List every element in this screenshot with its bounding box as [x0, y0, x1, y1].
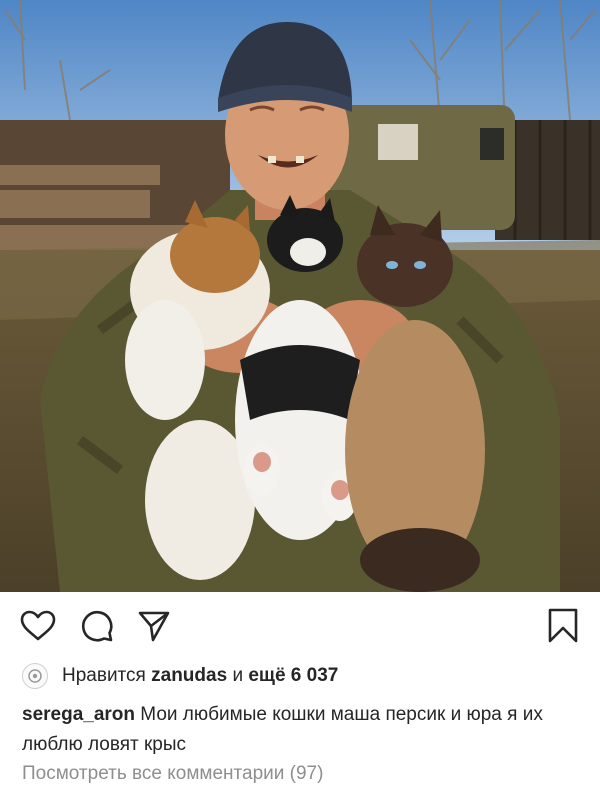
save-button[interactable]: [545, 608, 581, 644]
share-button[interactable]: [136, 608, 172, 644]
likes-summary[interactable]: Нравится zanudas и ещё 6 037: [22, 660, 338, 692]
comment-button[interactable]: [79, 608, 115, 644]
post-caption: serega_aron Мои любимые кошки маша перси…: [22, 700, 582, 760]
view-all-comments-link[interactable]: Посмотреть все комментарии (97): [22, 763, 323, 785]
likes-connector: и: [232, 665, 244, 686]
heart-icon: [20, 610, 56, 641]
post-photo[interactable]: [0, 0, 600, 592]
liked-by-username[interactable]: zanudas: [151, 665, 227, 687]
post-action-bar: [0, 592, 600, 656]
bookmark-icon: [548, 608, 578, 643]
comment-bubble-icon: [82, 611, 113, 642]
liker-avatar[interactable]: [22, 663, 48, 689]
avatar-icon: [28, 669, 42, 683]
like-button[interactable]: [20, 608, 56, 644]
caption-username[interactable]: serega_aron: [22, 704, 135, 725]
likes-count[interactable]: ещё 6 037: [248, 665, 338, 687]
post-photo-image: [0, 0, 600, 592]
paper-plane-icon: [138, 611, 170, 642]
likes-prefix: Нравится: [62, 665, 146, 686]
